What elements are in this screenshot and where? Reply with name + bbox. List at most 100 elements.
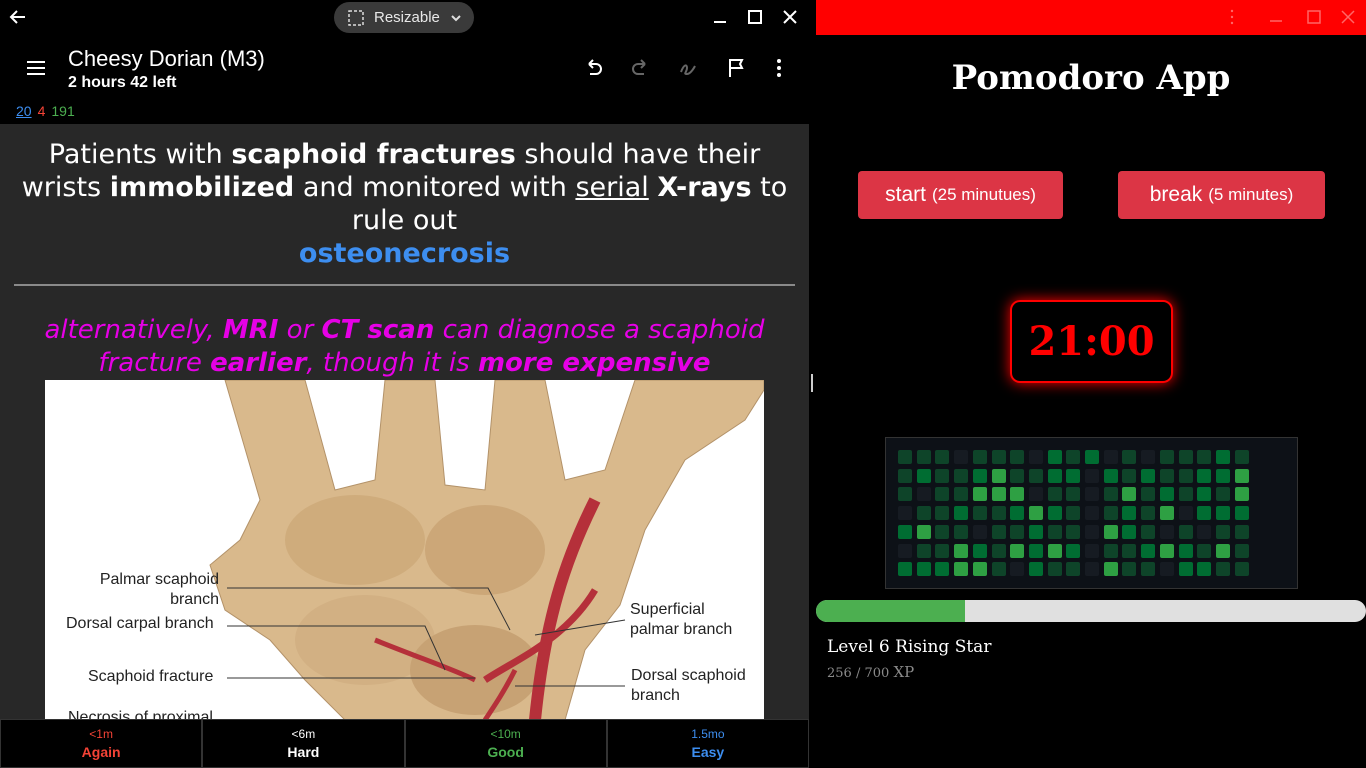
- maximize-icon[interactable]: [745, 7, 765, 27]
- learn-count: 4: [37, 103, 46, 119]
- heatmap-cell: [954, 562, 969, 577]
- heatmap-cell: [1047, 450, 1062, 464]
- heatmap-cell: [1010, 468, 1025, 483]
- window-titlebar: Resizable: [0, 0, 809, 34]
- heatmap-cell: [1085, 506, 1099, 521]
- heatmap-cell: [991, 562, 1006, 577]
- heatmap-cell: [1234, 524, 1249, 539]
- hard-button[interactable]: <6m Hard: [202, 719, 405, 768]
- heatmap-cell: [1197, 450, 1212, 464]
- window-titlebar: [816, 0, 1366, 35]
- heatmap-cell: [1028, 506, 1043, 521]
- heatmap-cell: [935, 450, 950, 464]
- close-icon[interactable]: [780, 7, 800, 27]
- maximize-icon[interactable]: [1306, 9, 1322, 25]
- flag-icon[interactable]: [725, 56, 749, 80]
- heatmap-cell: [1122, 524, 1137, 539]
- heatmap-cell: [935, 487, 950, 502]
- heatmap-cell: [1215, 562, 1230, 577]
- heatmap-cell: [1047, 562, 1062, 577]
- heatmap-cell: [972, 562, 987, 577]
- heatmap-cell: [1066, 543, 1081, 558]
- close-icon[interactable]: [1340, 9, 1356, 25]
- heatmap-cell: [1010, 562, 1025, 577]
- resizable-dropdown[interactable]: Resizable: [334, 2, 474, 33]
- heatmap-cell: [898, 543, 912, 558]
- more-options-icon[interactable]: [1224, 9, 1240, 25]
- heatmap-cell: [1028, 468, 1043, 483]
- heatmap-cell: [1103, 450, 1118, 464]
- heatmap-cell: [1215, 468, 1230, 483]
- heatmap-cell: [1178, 562, 1193, 577]
- good-button[interactable]: <10m Good: [404, 719, 607, 768]
- review-count: 191: [51, 103, 75, 119]
- heatmap-cell: [1085, 468, 1099, 483]
- label-dorsal-scaphoid: Dorsal scaphoid branch: [631, 667, 746, 704]
- resizable-label: Resizable: [374, 9, 440, 26]
- heatmap-cell: [1103, 562, 1118, 577]
- xp-progress-bar: [816, 600, 1366, 622]
- undo-icon[interactable]: [581, 56, 605, 80]
- heatmap-cell: [1197, 562, 1212, 577]
- minimize-icon[interactable]: [710, 7, 730, 27]
- heatmap-cell: [1103, 543, 1118, 558]
- start-button[interactable]: start (25 minutues): [858, 171, 1063, 219]
- heatmap-cell: [1122, 562, 1137, 577]
- heatmap-cell: [972, 543, 987, 558]
- again-button[interactable]: <1m Again: [0, 719, 203, 768]
- heatmap-cell: [954, 450, 969, 464]
- heatmap-cell: [972, 450, 987, 464]
- heatmap-cell: [935, 468, 950, 483]
- heatmap-cell: [1159, 450, 1174, 464]
- heatmap-cell: [1159, 524, 1174, 539]
- heatmap-cell: [935, 543, 950, 558]
- deck-title: Cheesy Dorian (M3): [68, 46, 265, 71]
- heatmap-cell: [972, 468, 987, 483]
- heatmap-cell: [898, 450, 912, 464]
- heatmap-cell: [1122, 506, 1137, 521]
- heatmap-cell: [898, 562, 912, 577]
- heatmap-cell: [1103, 468, 1118, 483]
- heatmap-cell: [1010, 487, 1025, 502]
- heatmap-cell: [1141, 506, 1156, 521]
- more-options-icon[interactable]: [767, 56, 791, 80]
- heatmap-cell: [1234, 543, 1249, 558]
- heatmap-cell: [916, 543, 931, 558]
- heatmap-cell: [1215, 524, 1230, 539]
- heatmap-cell: [1047, 524, 1062, 539]
- heatmap-cell: [1197, 524, 1212, 539]
- heatmap-cell: [916, 562, 931, 577]
- heatmap-cell: [1178, 506, 1193, 521]
- break-button[interactable]: break (5 minutes): [1118, 171, 1325, 219]
- timer-display: 21:00: [1010, 300, 1173, 383]
- whiteboard-icon[interactable]: [677, 56, 701, 80]
- heatmap-cell: [1103, 506, 1118, 521]
- card-back-text: alternatively, MRI or CT scan can diagno…: [44, 315, 765, 378]
- hamburger-menu-icon[interactable]: [24, 56, 48, 80]
- card-content: Patients with scaphoid fractures should …: [0, 124, 809, 719]
- heatmap-cell: [954, 487, 969, 502]
- easy-button[interactable]: 1.5mo Easy: [606, 719, 809, 768]
- heatmap-cell: [1085, 487, 1099, 502]
- minimize-icon[interactable]: [1268, 9, 1284, 25]
- xp-progress-fill: [816, 600, 966, 622]
- heatmap-cell: [1234, 468, 1249, 483]
- heatmap-cell: [1010, 543, 1025, 558]
- heatmap-cell: [1215, 487, 1230, 502]
- split-drag-handle[interactable]: [811, 374, 813, 392]
- heatmap-cell: [1085, 543, 1099, 558]
- heatmap-cell: [1122, 450, 1137, 464]
- label-palmar-scaphoid: Palmar scaphoid branch: [99, 571, 219, 608]
- heatmap-cell: [991, 524, 1006, 539]
- redo-icon[interactable]: [629, 56, 653, 80]
- heatmap-cell: [954, 543, 969, 558]
- heatmap-cell: [1028, 562, 1043, 577]
- level-text: Level 6 Rising Star: [827, 637, 992, 657]
- heatmap-cell: [1215, 450, 1230, 464]
- heatmap-cell: [1234, 562, 1249, 577]
- heatmap-cell: [1122, 543, 1137, 558]
- heatmap-cell: [1159, 487, 1174, 502]
- back-arrow-icon[interactable]: [8, 7, 28, 27]
- app-bar: Cheesy Dorian (M3) 2 hours 42 left 20 4 19…: [0, 34, 809, 124]
- heatmap-cell: [1141, 487, 1156, 502]
